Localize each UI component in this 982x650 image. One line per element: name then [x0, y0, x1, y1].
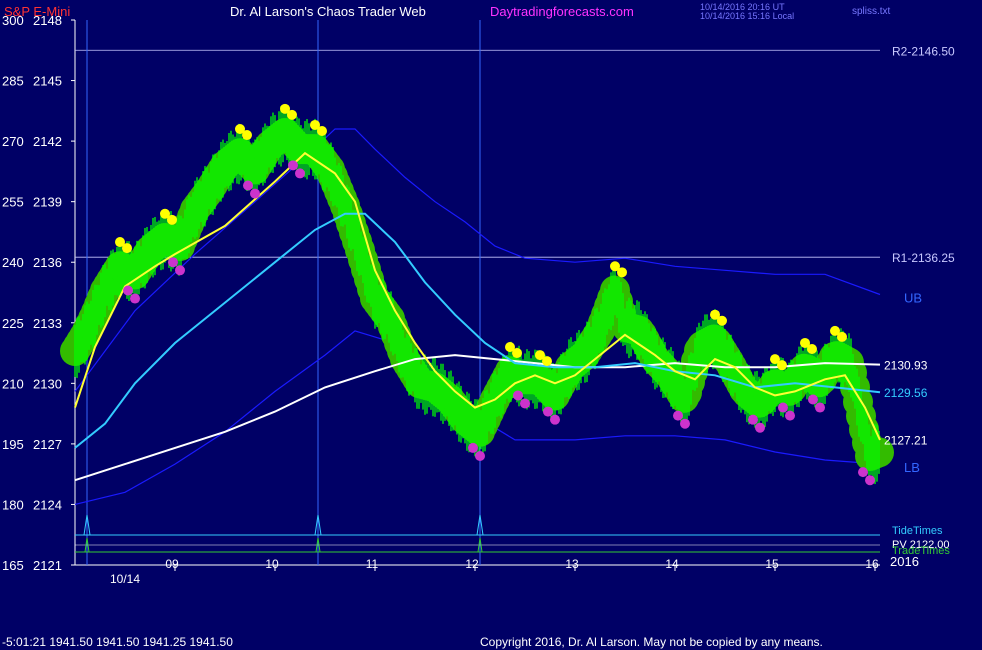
y-tick-label-price: 2124: [33, 497, 62, 512]
low-pivot-dot: [785, 410, 795, 421]
x-tick-label: 09: [165, 557, 179, 571]
date-label: 10/14: [110, 572, 140, 586]
high-pivot-dot: [717, 315, 727, 326]
y-tick-label-price: 2133: [33, 316, 62, 331]
low-pivot-dot: [778, 402, 788, 413]
chart-window: 300 2148 285 2145 270 2142 255 2139 240 2136 225 21…: [0, 0, 982, 650]
x-tick-label: 13: [565, 557, 579, 571]
low-pivot-dot: [288, 160, 298, 171]
y-tick-label-left: 195: [2, 437, 24, 452]
level-label: R2-2146.50: [892, 44, 955, 58]
low-pivot-dot: [808, 394, 818, 405]
x-tick-label: 12: [465, 557, 479, 571]
low-pivot-dot: [513, 390, 523, 401]
y-tick-label-price: 2142: [33, 134, 62, 149]
white-ma-value: 2130.93: [884, 359, 928, 373]
low-pivot-dot: [295, 168, 305, 179]
y-tick-label-price: 2145: [33, 74, 62, 89]
cyan-ma-value: 2129.56: [884, 386, 928, 400]
copyright-notice: Copyright 2016, Dr. Al Larson. May not b…: [480, 635, 823, 649]
low-pivot-dot: [543, 406, 553, 417]
instrument-title: S&P E-Mini: [4, 4, 71, 19]
low-pivot-dot: [520, 398, 530, 409]
lower-band-label: LB: [904, 460, 920, 475]
low-pivot-dot: [815, 402, 825, 413]
y-tick-label-price: 2139: [33, 195, 62, 210]
upper-band-label: UB: [904, 291, 922, 306]
low-pivot-dot: [175, 265, 185, 276]
low-pivot-dot: [130, 293, 140, 304]
x-tick-label: 11: [366, 557, 379, 571]
high-pivot-dot: [542, 356, 552, 367]
yellow-ma-value: 2127.21: [884, 434, 928, 448]
upper-band-line: [74, 128, 881, 392]
low-pivot-dot: [468, 442, 478, 453]
low-pivot-dot: [475, 451, 485, 461]
high-pivot-dot: [837, 331, 847, 342]
x-tick-label: 10: [265, 557, 279, 571]
low-pivot-dot: [748, 414, 758, 425]
tide-times-label: TideTimes: [892, 525, 943, 537]
low-pivot-dot: [243, 180, 253, 191]
y-tick-label-left: 180: [2, 497, 24, 512]
low-pivot-dot: [673, 410, 683, 421]
price-chart: 300 2148285 2145270 2142255 2139240 2136225 21…: [2, 13, 955, 586]
status-readout: -5:01:21 1941.50 1941.50 1941.25 1941.50: [2, 635, 233, 649]
x-tick-label: 15: [765, 557, 779, 571]
y-tick-label-left: 285: [2, 74, 24, 89]
y-tick-label-left: 255: [2, 195, 24, 210]
chart-title: Dr. Al Larson's Chaos Trader Web: [230, 4, 426, 19]
x-tick-label: 16: [865, 557, 879, 571]
level-label: R1-2136.25: [892, 251, 955, 265]
y-tick-label-left: 165: [2, 558, 24, 573]
low-pivot-dot: [865, 475, 875, 486]
high-pivot-dot: [617, 267, 627, 278]
y-tick-label-price: 2127: [33, 437, 62, 452]
high-pivot-dot: [777, 360, 787, 371]
y-tick-label-left: 210: [2, 376, 24, 391]
low-pivot-dot: [250, 188, 260, 199]
high-pivot-dot: [287, 109, 297, 120]
high-pivot-dot: [167, 214, 177, 225]
high-pivot-dot: [512, 348, 522, 359]
site-link[interactable]: Daytradingforecasts.com: [490, 4, 634, 19]
y-tick-label-price: 2136: [33, 255, 62, 270]
high-pivot-dot: [317, 126, 327, 137]
low-pivot-dot: [168, 257, 178, 268]
data-file-name: spliss.txt: [852, 6, 891, 17]
low-pivot-dot: [858, 467, 868, 478]
low-pivot-dot: [755, 422, 765, 433]
y-tick-label-left: 240: [2, 255, 24, 270]
y-tick-label-left: 270: [2, 134, 24, 149]
low-pivot-dot: [550, 414, 560, 425]
low-pivot-dot: [123, 285, 133, 296]
high-pivot-dot: [242, 130, 252, 141]
high-pivot-dot: [122, 243, 132, 254]
low-pivot-dot: [680, 418, 690, 429]
time-local: 10/14/2016 15:16 Local: [700, 11, 795, 21]
y-tick-label-left: 225: [2, 316, 24, 331]
y-tick-label-price: 2121: [33, 558, 62, 573]
high-pivot-dot: [807, 344, 817, 355]
y-tick-label-price: 2130: [33, 376, 62, 391]
trade-times-label: TradeTimes: [892, 545, 950, 557]
x-tick-label: 14: [665, 557, 679, 571]
